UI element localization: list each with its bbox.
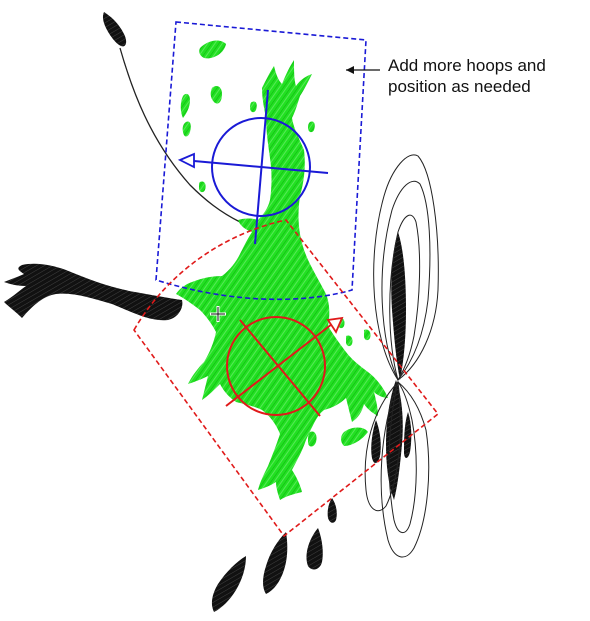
- black-stitch-drops-bottom[interactable]: [211, 498, 337, 612]
- annotation-line-2: position as needed: [388, 77, 531, 96]
- callout-arrow-icon: [346, 66, 380, 74]
- hoop-primary-direction-arrow-icon[interactable]: [177, 152, 195, 169]
- black-stitch-tail[interactable]: [4, 263, 183, 321]
- annotation-callout: Add more hoops and position as needed: [388, 55, 583, 97]
- black-stitch-drop-top[interactable]: [102, 12, 127, 47]
- annotation-line-1: Add more hoops and: [388, 56, 546, 75]
- green-embroidery-design[interactable]: [176, 40, 388, 500]
